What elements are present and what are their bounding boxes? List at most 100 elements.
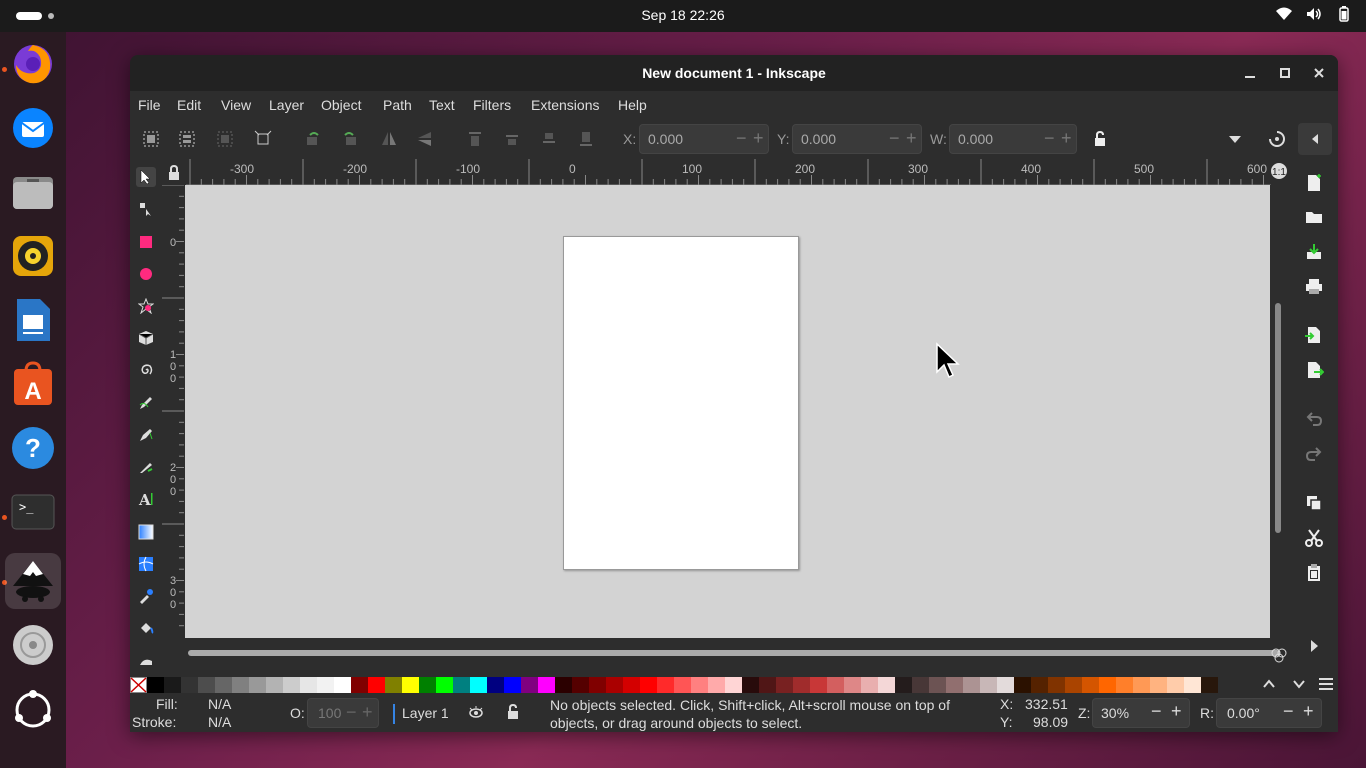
horizontal-ruler[interactable]: -300 -200 -100 0 100 200 300 400 500 600 [186, 159, 1271, 185]
menu-help[interactable]: Help [618, 97, 647, 113]
thunderbird-icon[interactable] [5, 100, 61, 156]
stroke-value[interactable]: N/A [208, 714, 231, 730]
color-swatch[interactable] [368, 677, 385, 693]
rectangle-tool[interactable] [136, 232, 156, 252]
opacity-increment-button[interactable]: + [362, 702, 373, 723]
menu-view[interactable]: View [221, 97, 251, 113]
chevron-down-icon[interactable] [1292, 677, 1306, 691]
no-paint-swatch-icon[interactable] [130, 677, 147, 693]
color-swatch[interactable] [589, 677, 606, 693]
color-swatch[interactable] [980, 677, 997, 693]
color-swatch[interactable] [419, 677, 436, 693]
print-icon[interactable] [1304, 277, 1324, 297]
color-swatch[interactable] [487, 677, 504, 693]
color-swatch[interactable] [385, 677, 402, 693]
export-icon[interactable] [1304, 360, 1324, 380]
color-swatch[interactable] [504, 677, 521, 693]
color-swatch[interactable] [164, 677, 181, 693]
gradient-tool[interactable] [136, 522, 156, 542]
flip-vertical-icon[interactable] [416, 130, 434, 148]
menu-object[interactable]: Object [321, 97, 361, 113]
color-swatch[interactable] [402, 677, 419, 693]
raise-icon[interactable] [503, 130, 521, 148]
help-icon[interactable]: ? [5, 420, 61, 476]
color-swatch[interactable] [1201, 677, 1218, 693]
color-swatch[interactable] [810, 677, 827, 693]
zoom-out-button[interactable]: − [1151, 701, 1162, 722]
color-swatch[interactable] [538, 677, 555, 693]
color-swatch[interactable] [878, 677, 895, 693]
menu-edit[interactable]: Edit [177, 97, 201, 113]
color-swatch[interactable] [759, 677, 776, 693]
system-tray[interactable] [1276, 6, 1352, 22]
copy-icon[interactable] [1304, 493, 1324, 513]
guide-lock-icon[interactable] [164, 163, 184, 183]
transform-handles-icon[interactable] [254, 130, 272, 148]
snap-toggle-icon[interactable] [1268, 130, 1286, 148]
color-swatch[interactable] [725, 677, 742, 693]
title-bar[interactable]: New document 1 - Inkscape [130, 55, 1338, 91]
color-swatch[interactable] [1082, 677, 1099, 693]
x-increment-button[interactable]: + [753, 128, 764, 149]
zoom-correction-icon[interactable]: 1:1 [1270, 162, 1288, 180]
y-field[interactable]: 0.000 − + [792, 124, 922, 154]
calligraphy-tool[interactable] [136, 457, 156, 477]
pencil-tool[interactable] [136, 393, 156, 413]
rotation-field[interactable]: 0.00° − + [1216, 698, 1322, 728]
select-all-icon[interactable] [142, 130, 160, 148]
menu-layer[interactable]: Layer [269, 97, 304, 113]
eraser-tool[interactable] [136, 651, 156, 671]
color-swatch[interactable] [521, 677, 538, 693]
show-apps-icon[interactable] [5, 682, 61, 738]
text-tool[interactable]: A [136, 489, 156, 509]
color-swatch[interactable] [1048, 677, 1065, 693]
mesh-tool[interactable] [136, 554, 156, 574]
pen-tool[interactable] [136, 425, 156, 445]
vertical-scrollbar[interactable] [1275, 303, 1281, 533]
minimize-button[interactable] [1240, 63, 1260, 83]
ellipse-tool[interactable] [136, 264, 156, 284]
commands-bar-toggle-button[interactable] [1298, 123, 1332, 155]
rotate-ccw-button[interactable]: − [1283, 701, 1294, 722]
color-swatch[interactable] [198, 677, 215, 693]
menu-file[interactable]: File [138, 97, 161, 113]
color-swatch[interactable] [1065, 677, 1082, 693]
spiral-tool[interactable] [136, 360, 156, 380]
app-center-icon[interactable]: A [5, 356, 61, 412]
commands-overflow-icon[interactable] [1304, 636, 1324, 656]
firefox-icon[interactable] [5, 36, 61, 92]
close-button[interactable] [1309, 63, 1329, 83]
undo-icon[interactable] [1304, 409, 1324, 429]
rhythmbox-icon[interactable] [5, 228, 61, 284]
color-swatch[interactable] [742, 677, 759, 693]
drawing-canvas[interactable] [185, 185, 1270, 638]
color-swatch[interactable] [657, 677, 674, 693]
lock-ratio-icon[interactable] [1091, 130, 1109, 148]
color-swatch[interactable] [266, 677, 283, 693]
menu-extensions[interactable]: Extensions [531, 97, 599, 113]
color-swatch[interactable] [827, 677, 844, 693]
menu-path[interactable]: Path [383, 97, 412, 113]
color-swatch[interactable] [912, 677, 929, 693]
vertical-ruler[interactable]: 0 1 0 0 2 0 0 3 0 0 [162, 185, 184, 637]
color-swatch[interactable] [181, 677, 198, 693]
selector-tool[interactable] [136, 167, 156, 187]
color-swatch[interactable] [623, 677, 640, 693]
color-swatch[interactable] [283, 677, 300, 693]
x-decrement-button[interactable]: − [736, 128, 747, 149]
color-swatch[interactable] [844, 677, 861, 693]
color-swatch[interactable] [1014, 677, 1031, 693]
color-swatch[interactable] [351, 677, 368, 693]
color-swatch[interactable] [317, 677, 334, 693]
inkscape-icon[interactable] [5, 553, 61, 609]
y-decrement-button[interactable]: − [889, 128, 900, 149]
zoom-in-button[interactable]: + [1171, 701, 1182, 722]
opacity-decrement-button[interactable]: − [346, 702, 357, 723]
dropper-tool[interactable] [136, 586, 156, 606]
opacity-field[interactable]: 100 − + [307, 698, 379, 728]
current-layer[interactable]: Layer 1 [402, 705, 449, 721]
3d-box-tool[interactable] [136, 328, 156, 348]
horizontal-scrollbar[interactable] [188, 650, 1280, 656]
lower-icon[interactable] [540, 130, 558, 148]
color-swatch[interactable] [674, 677, 691, 693]
